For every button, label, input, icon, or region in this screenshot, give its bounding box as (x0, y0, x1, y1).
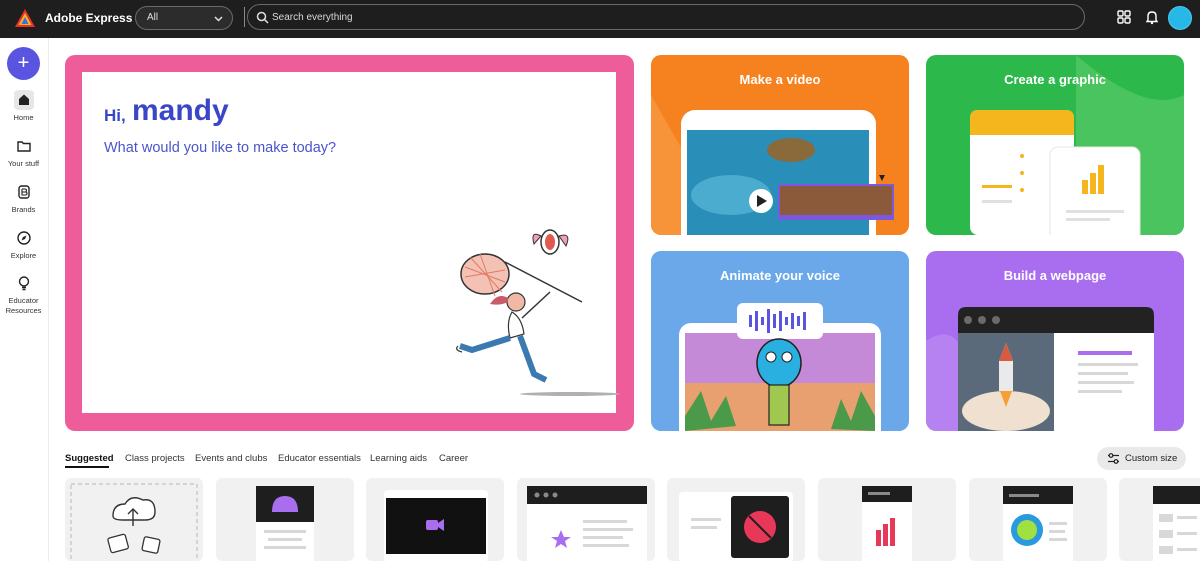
app-title: Adobe Express (45, 11, 133, 25)
apps-grid-icon[interactable] (1116, 9, 1132, 25)
card-title: Create a graphic (1004, 72, 1106, 87)
template-preview (862, 486, 912, 561)
sidebar-item-label: Explore (10, 251, 37, 260)
card-title: Make a video (739, 72, 821, 87)
search-bar[interactable] (247, 4, 1085, 30)
template-thumbnail[interactable] (216, 478, 354, 561)
plus-icon: + (17, 52, 30, 74)
top-bar: Adobe Express All (0, 0, 1200, 38)
greeting-text: Hi, (104, 106, 126, 125)
chevron-down-icon (214, 16, 223, 22)
search-scope-value: All (147, 12, 159, 23)
butterfly-net-illustration (456, 229, 620, 396)
upload-media-illustration (70, 483, 198, 561)
tab-class-projects[interactable]: Class projects (125, 453, 185, 464)
sidebar-item-explore[interactable]: Explore (0, 228, 47, 261)
card-title: Animate your voice (720, 268, 840, 283)
template-thumbnail[interactable] (818, 478, 956, 561)
sidebar-item-label: Home (13, 113, 34, 122)
template-thumbnail[interactable] (517, 478, 655, 561)
template-preview (384, 490, 488, 561)
template-thumbnail[interactable] (969, 478, 1107, 561)
user-name: mandy (132, 94, 229, 127)
create-graphic-card[interactable]: Create a graphic (926, 55, 1184, 235)
make-video-card[interactable]: Make a video (651, 55, 909, 235)
template-preview (1153, 486, 1200, 561)
brand-icon (17, 185, 30, 199)
home-icon (13, 90, 34, 110)
template-preview (527, 486, 647, 561)
search-icon (256, 11, 269, 24)
tab-events-and-clubs[interactable]: Events and clubs (195, 453, 267, 464)
user-avatar[interactable] (1168, 6, 1192, 30)
folder-icon (16, 141, 31, 152)
sliders-icon (1108, 453, 1119, 464)
sidebar-item-label: Brands (11, 205, 36, 214)
sidebar-item-label: Educator Resources (5, 296, 42, 315)
template-preview (1003, 486, 1073, 561)
tab-educator-essentials[interactable]: Educator essentials (278, 453, 361, 464)
tab-suggested[interactable]: Suggested (65, 453, 114, 464)
custom-size-label: Custom size (1125, 453, 1178, 464)
template-preview (679, 492, 793, 561)
custom-size-button[interactable]: Custom size (1097, 447, 1186, 470)
sidebar-item-label: Your stuff (7, 159, 40, 168)
template-preview (256, 486, 314, 561)
animate-voice-card[interactable]: Animate your voice (651, 251, 909, 431)
lightbulb-icon (18, 276, 29, 291)
bell-icon[interactable] (1144, 9, 1160, 25)
sidebar-item-your-stuff[interactable]: Your stuff (0, 136, 47, 169)
adobe-express-logo-icon[interactable] (14, 8, 36, 28)
hero-prompt: What would you like to make today? (104, 140, 337, 156)
template-thumbnail[interactable] (667, 478, 805, 561)
search-scope-select[interactable]: All (135, 6, 233, 30)
template-thumbnail[interactable] (1119, 478, 1200, 561)
create-new-button[interactable]: + (7, 47, 40, 80)
active-tab-indicator (65, 466, 109, 468)
compass-icon (16, 231, 31, 245)
tab-career[interactable]: Career (439, 453, 468, 464)
card-title: Build a webpage (1003, 268, 1107, 283)
sidebar-item-brands[interactable]: Brands (0, 182, 47, 215)
topbar-divider (244, 7, 245, 27)
sidebar-item-educator-resources[interactable]: Educator Resources (0, 273, 47, 316)
search-input[interactable] (272, 9, 1052, 25)
template-upload-media[interactable] (65, 478, 203, 561)
template-thumbnail[interactable] (366, 478, 504, 561)
tab-learning-aids[interactable]: Learning aids (370, 453, 427, 464)
sidebar-item-home[interactable]: Home (0, 90, 47, 123)
build-webpage-card[interactable]: Build a webpage (926, 251, 1184, 431)
